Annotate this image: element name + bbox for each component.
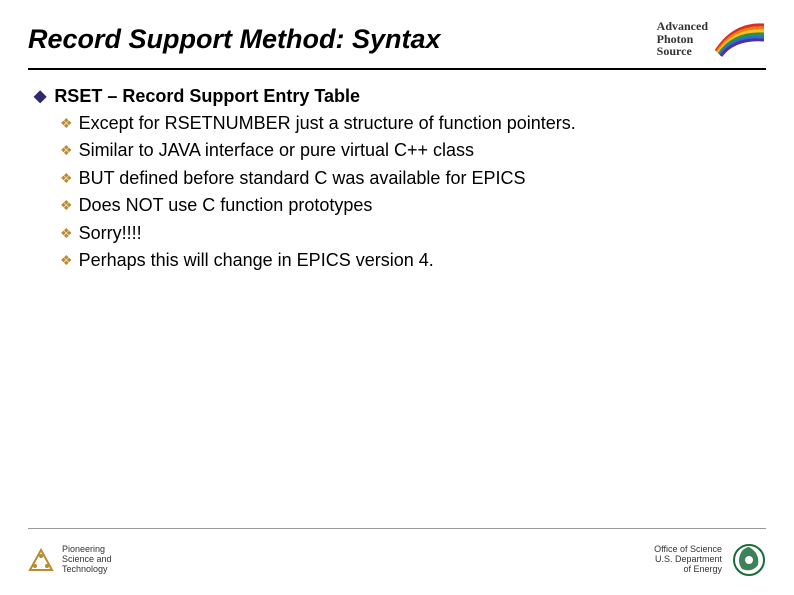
rainbow-swoosh-icon (714, 21, 766, 57)
aps-logo-line: Source (657, 45, 708, 58)
footer-line: Technology (62, 565, 112, 575)
footer-left-text: Pioneering Science and Technology (62, 545, 112, 575)
clover-bullet-icon: ❖ (60, 194, 73, 217)
bullet-level2: ❖ Except for RSETNUMBER just a structure… (60, 112, 754, 135)
bullet-level2-text: Sorry!!!! (79, 222, 142, 245)
bullet-level1-text: RSET – Record Support Entry Table (54, 86, 360, 107)
footer-right-text: Office of Science U.S. Department of Ene… (654, 545, 722, 575)
footer-left: Pioneering Science and Technology (28, 545, 112, 575)
clover-bullet-icon: ❖ (60, 167, 73, 190)
title-divider (28, 68, 766, 70)
bullet-level1: ◆ RSET – Record Support Entry Table (34, 86, 754, 108)
footer: Pioneering Science and Technology Office… (28, 543, 766, 577)
bullet-level2: ❖ Sorry!!!! (60, 222, 754, 245)
slide-title: Record Support Method: Syntax (28, 24, 441, 55)
content: ◆ RSET – Record Support Entry Table ❖ Ex… (34, 86, 754, 276)
aps-logo-line: Advanced (657, 20, 708, 33)
bullet-level2: ❖ Does NOT use C function prototypes (60, 194, 754, 217)
aps-logo-text: Advanced Photon Source (657, 20, 708, 58)
diamond-bullet-icon: ◆ (34, 86, 46, 108)
footer-line: of Energy (654, 565, 722, 575)
clover-bullet-icon: ❖ (60, 139, 73, 162)
clover-bullet-icon: ❖ (60, 222, 73, 245)
bullet-level2-text: Does NOT use C function prototypes (79, 194, 373, 217)
bullet-level2: ❖ Perhaps this will change in EPICS vers… (60, 249, 754, 272)
bullet-level2-text: BUT defined before standard C was availa… (79, 167, 526, 190)
slide: Record Support Method: Syntax Advanced P… (0, 0, 794, 595)
aps-logo: Advanced Photon Source (657, 20, 766, 58)
bullet-level2-text: Similar to JAVA interface or pure virtua… (79, 139, 475, 162)
clover-bullet-icon: ❖ (60, 112, 73, 135)
doe-swirl-icon (732, 543, 766, 577)
bullet-level2: ❖ Similar to JAVA interface or pure virt… (60, 139, 754, 162)
clover-bullet-icon: ❖ (60, 249, 73, 272)
footer-divider (28, 528, 766, 529)
bullet-level2-text: Except for RSETNUMBER just a structure o… (79, 112, 576, 135)
header: Record Support Method: Syntax Advanced P… (28, 24, 766, 58)
bullet-level2-text: Perhaps this will change in EPICS versio… (79, 249, 434, 272)
bullet-level2: ❖ BUT defined before standard C was avai… (60, 167, 754, 190)
argonne-triangle-icon (28, 548, 54, 572)
footer-right: Office of Science U.S. Department of Ene… (654, 543, 766, 577)
